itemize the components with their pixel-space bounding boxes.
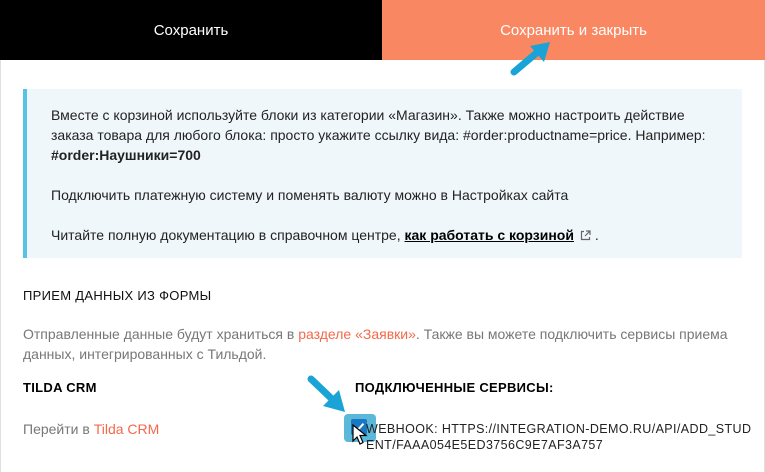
crm-line: Перейти в Tilda CRM [23, 421, 159, 437]
info-docs-text: Читайте полную документацию в справочном… [51, 227, 405, 243]
webhook-label: WEBHOOK: HTTPS://INTEGRATION-DEMO.RU/API… [366, 422, 752, 452]
order-example: #order:Наушники=700 [51, 147, 201, 163]
panel-border-left [0, 60, 1, 472]
crm-column-title: TILDA CRM [23, 380, 97, 395]
save-button[interactable]: Сохранить [0, 0, 382, 60]
crm-text: Перейти в [23, 421, 94, 437]
info-paragraph-payment: Подключить платежную систему и поменять … [51, 187, 569, 203]
arrow-icon [510, 42, 550, 76]
top-toolbar: Сохранить Сохранить и закрыть [0, 0, 765, 60]
desc-text: Отправленные данные будут храниться в [23, 326, 299, 342]
requests-section-link[interactable]: разделе «Заявки» [298, 326, 416, 342]
cursor-icon [352, 424, 368, 445]
info-paragraph-order: Вместе с корзиной используйте блоки из к… [51, 105, 718, 165]
save-and-close-button[interactable]: Сохранить и закрыть [382, 0, 765, 60]
info-docs-end: . [594, 227, 599, 243]
info-text: Вместе с корзиной используйте блоки из к… [51, 107, 706, 143]
external-link-icon[interactable] [580, 226, 591, 246]
form-section-description: Отправленные данные будут храниться в ра… [23, 324, 743, 364]
tilda-crm-link[interactable]: Tilda CRM [94, 421, 160, 437]
services-column-title: ПОДКЛЮЧЕННЫЕ СЕРВИСЫ: [355, 380, 554, 395]
arrow-icon [307, 375, 345, 412]
form-section-title: ПРИЕМ ДАННЫХ ИЗ ФОРМЫ [23, 288, 212, 303]
info-callout: Вместе с корзиной используйте блоки из к… [23, 89, 742, 258]
cart-docs-link[interactable]: как работать с корзиной [405, 227, 574, 243]
info-paragraph-docs: Читайте полную документацию в справочном… [51, 225, 718, 246]
